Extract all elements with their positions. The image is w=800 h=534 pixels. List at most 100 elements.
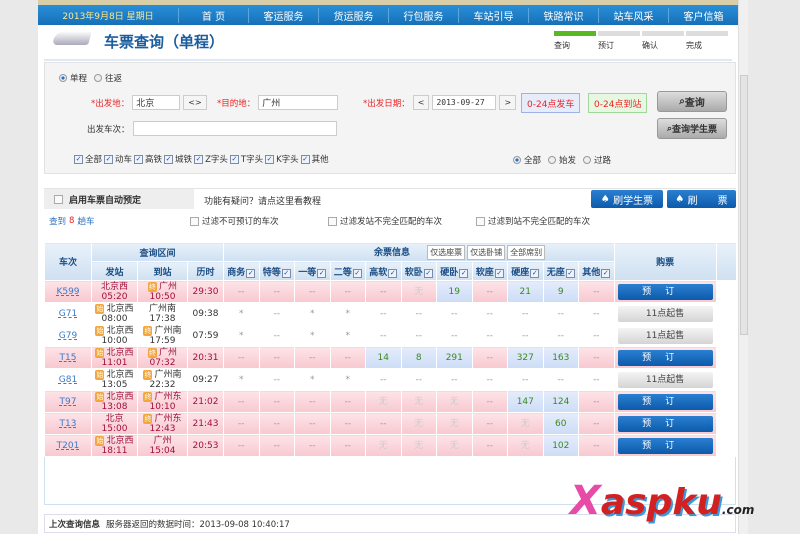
nav-passenger[interactable]: 客运服务 xyxy=(248,7,318,23)
seat-type-checkbox[interactable]: ✓ xyxy=(388,268,398,278)
type-emu-checkbox[interactable]: ✓ xyxy=(104,154,114,164)
radio-round-trip[interactable] xyxy=(94,74,103,82)
book-button[interactable]: 预订 xyxy=(617,349,713,366)
train-code-link[interactable]: G81 xyxy=(59,375,77,385)
auto-book-toggle[interactable]: 启用车票自动预定 xyxy=(44,189,194,209)
type-z-checkbox[interactable]: ✓ xyxy=(194,154,204,164)
seat-type-checkbox[interactable]: ✓ xyxy=(565,268,575,278)
train-code-link[interactable]: T13 xyxy=(60,419,77,429)
scrollbar-thumb[interactable] xyxy=(740,75,748,335)
nav-luggage[interactable]: 行包服务 xyxy=(388,7,458,23)
origin-badge-icon: 始 xyxy=(95,391,105,402)
scrollbar[interactable] xyxy=(738,0,748,534)
filter-from-mismatch-checkbox[interactable] xyxy=(328,216,337,226)
col-seat-6: 硬卧 ✓ xyxy=(436,261,473,281)
type-highspeed-checkbox[interactable]: ✓ xyxy=(134,154,144,164)
type-k-checkbox[interactable]: ✓ xyxy=(265,154,275,164)
refresh-student-button[interactable]: ♠ 刷学生票 xyxy=(591,190,663,208)
seat-count-cell: -- xyxy=(578,434,615,457)
duration-cell: 21:43 xyxy=(186,412,225,435)
nav-railway-knowledge[interactable]: 铁路常识 xyxy=(528,7,598,23)
all-seats-button[interactable]: 全部席别 xyxy=(507,244,546,260)
train-code-cell: G79 xyxy=(44,324,92,347)
col-seats: 余票信息 仅选座票 仅选卧铺 全部席别 xyxy=(223,242,615,262)
refresh-button[interactable]: ♠ 刷 票 xyxy=(667,190,736,208)
type-t-checkbox[interactable]: ✓ xyxy=(229,154,239,164)
seat-count-cell: * xyxy=(294,302,331,325)
seat-type-checkbox[interactable]: ✓ xyxy=(459,268,469,278)
sale-time-button[interactable]: 11点起售 xyxy=(617,327,713,344)
only-sleeper-button[interactable]: 仅选卧铺 xyxy=(467,244,506,260)
seat-type-checkbox[interactable]: ✓ xyxy=(246,268,256,278)
to-input[interactable]: 广州 xyxy=(258,95,339,110)
depart-time-range[interactable]: 0-24点发车 xyxy=(521,93,581,113)
seat-count-cell: 14 xyxy=(365,346,402,369)
sale-time-button[interactable]: 11点起售 xyxy=(617,371,713,388)
from-input[interactable]: 北京 xyxy=(132,95,181,110)
seat-count-cell: -- xyxy=(400,368,438,391)
train-code-link[interactable]: K599 xyxy=(56,287,79,297)
train-code-link[interactable]: G71 xyxy=(59,309,77,319)
book-button[interactable]: 预订 xyxy=(617,283,713,300)
buy-cell: 11点起售 xyxy=(613,324,717,347)
next-date-button[interactable]: > xyxy=(499,95,517,110)
book-button[interactable]: 预订 xyxy=(617,415,713,432)
train-no-input[interactable] xyxy=(132,121,337,136)
seat-count-cell: 163 xyxy=(542,346,580,369)
step-label: 预订 xyxy=(598,41,614,50)
prev-date-button[interactable]: < xyxy=(412,95,430,110)
book-button[interactable]: 预订 xyxy=(617,393,713,410)
seat-count-cell: -- xyxy=(578,368,615,391)
type-other-checkbox[interactable]: ✓ xyxy=(300,154,310,164)
arrive-time-range[interactable]: 0-24点到站 xyxy=(588,93,648,113)
train-type-filters: ✓ 全部 ✓ 动车 ✓ 高铁 ✓ 城铁 ✓ Z字头 ✓ T字头 ✓ K字头 ✓ 其他 xyxy=(74,153,329,165)
seat-type-checkbox[interactable]: ✓ xyxy=(317,268,327,278)
search-student-button[interactable]: ⌕ 查询学生票 xyxy=(657,118,727,139)
station-passing-radio[interactable] xyxy=(583,156,592,164)
nav-freight[interactable]: 货运服务 xyxy=(318,7,388,23)
search-button[interactable]: ⌕ 查询 xyxy=(657,91,727,112)
from-cell: 始北京西 11:01 xyxy=(91,346,138,369)
action-bar: 启用车票自动预定 功能有疑问？请点这里看教程 ♠ 刷学生票 ♠ 刷 票 xyxy=(44,188,736,209)
auto-book-checkbox[interactable] xyxy=(54,194,63,204)
seat-type-label: 商务 xyxy=(227,267,246,278)
seat-type-checkbox[interactable]: ✓ xyxy=(352,268,362,278)
from-station: 北京西 xyxy=(106,391,134,402)
refresh-icon: ♠ xyxy=(675,193,688,205)
origin-badge-icon: 始 xyxy=(95,303,105,314)
nav-home[interactable]: 首 页 xyxy=(178,7,248,23)
nav-gallery[interactable]: 站车风采 xyxy=(598,7,668,23)
train-code-link[interactable]: G79 xyxy=(59,331,77,341)
seat-type-checkbox[interactable]: ✓ xyxy=(530,268,540,278)
station-origin-radio[interactable] xyxy=(548,156,557,164)
date-input[interactable]: 2013-09-27 xyxy=(432,95,497,110)
arr-time: 22:32 xyxy=(149,379,176,390)
sale-time-button[interactable]: 11点起售 xyxy=(617,305,713,322)
col-seat-10: 其他 ✓ xyxy=(578,261,615,281)
seat-type-checkbox[interactable]: ✓ xyxy=(494,268,504,278)
swap-button[interactable]: <> xyxy=(183,95,207,110)
station-all-radio[interactable] xyxy=(513,156,521,164)
seat-type-checkbox[interactable]: ✓ xyxy=(281,268,291,278)
filter-unbookable-checkbox[interactable] xyxy=(190,216,199,226)
seat-count-cell: -- xyxy=(258,346,296,369)
nav-mailbox[interactable]: 客户信箱 xyxy=(668,7,738,23)
duration-cell: 20:53 xyxy=(186,434,225,457)
seat-type-checkbox[interactable]: ✓ xyxy=(601,268,611,278)
help-link[interactable]: 功能有疑问？请点这里看教程 xyxy=(204,194,321,207)
train-code-link[interactable]: T15 xyxy=(60,353,77,363)
table-row: K599 北京西 05:20 终广州 10:50 29:30 -- -- -- -- -- 无 19 --… xyxy=(44,280,737,303)
train-code-link[interactable]: T97 xyxy=(60,397,77,407)
radio-one-way[interactable] xyxy=(59,74,67,82)
only-seat-button[interactable]: 仅选座票 xyxy=(427,244,466,260)
book-button[interactable]: 预订 xyxy=(617,437,713,454)
seat-count-cell: 无 xyxy=(436,434,473,457)
result-filters: 查到 8 趟车 过滤不可预订的车次 过滤发站不完全匹配的车次 过滤到站不完全匹配的车… xyxy=(44,212,736,230)
nav-station-guide[interactable]: 车站引导 xyxy=(458,7,528,23)
filter-to-mismatch-checkbox[interactable] xyxy=(476,216,485,226)
arr-time: 12:43 xyxy=(149,423,176,434)
train-code-link[interactable]: T201 xyxy=(57,441,80,451)
type-all-checkbox[interactable]: ✓ xyxy=(74,154,83,164)
seat-type-checkbox[interactable]: ✓ xyxy=(423,268,433,278)
type-intercity-checkbox[interactable]: ✓ xyxy=(164,154,174,164)
